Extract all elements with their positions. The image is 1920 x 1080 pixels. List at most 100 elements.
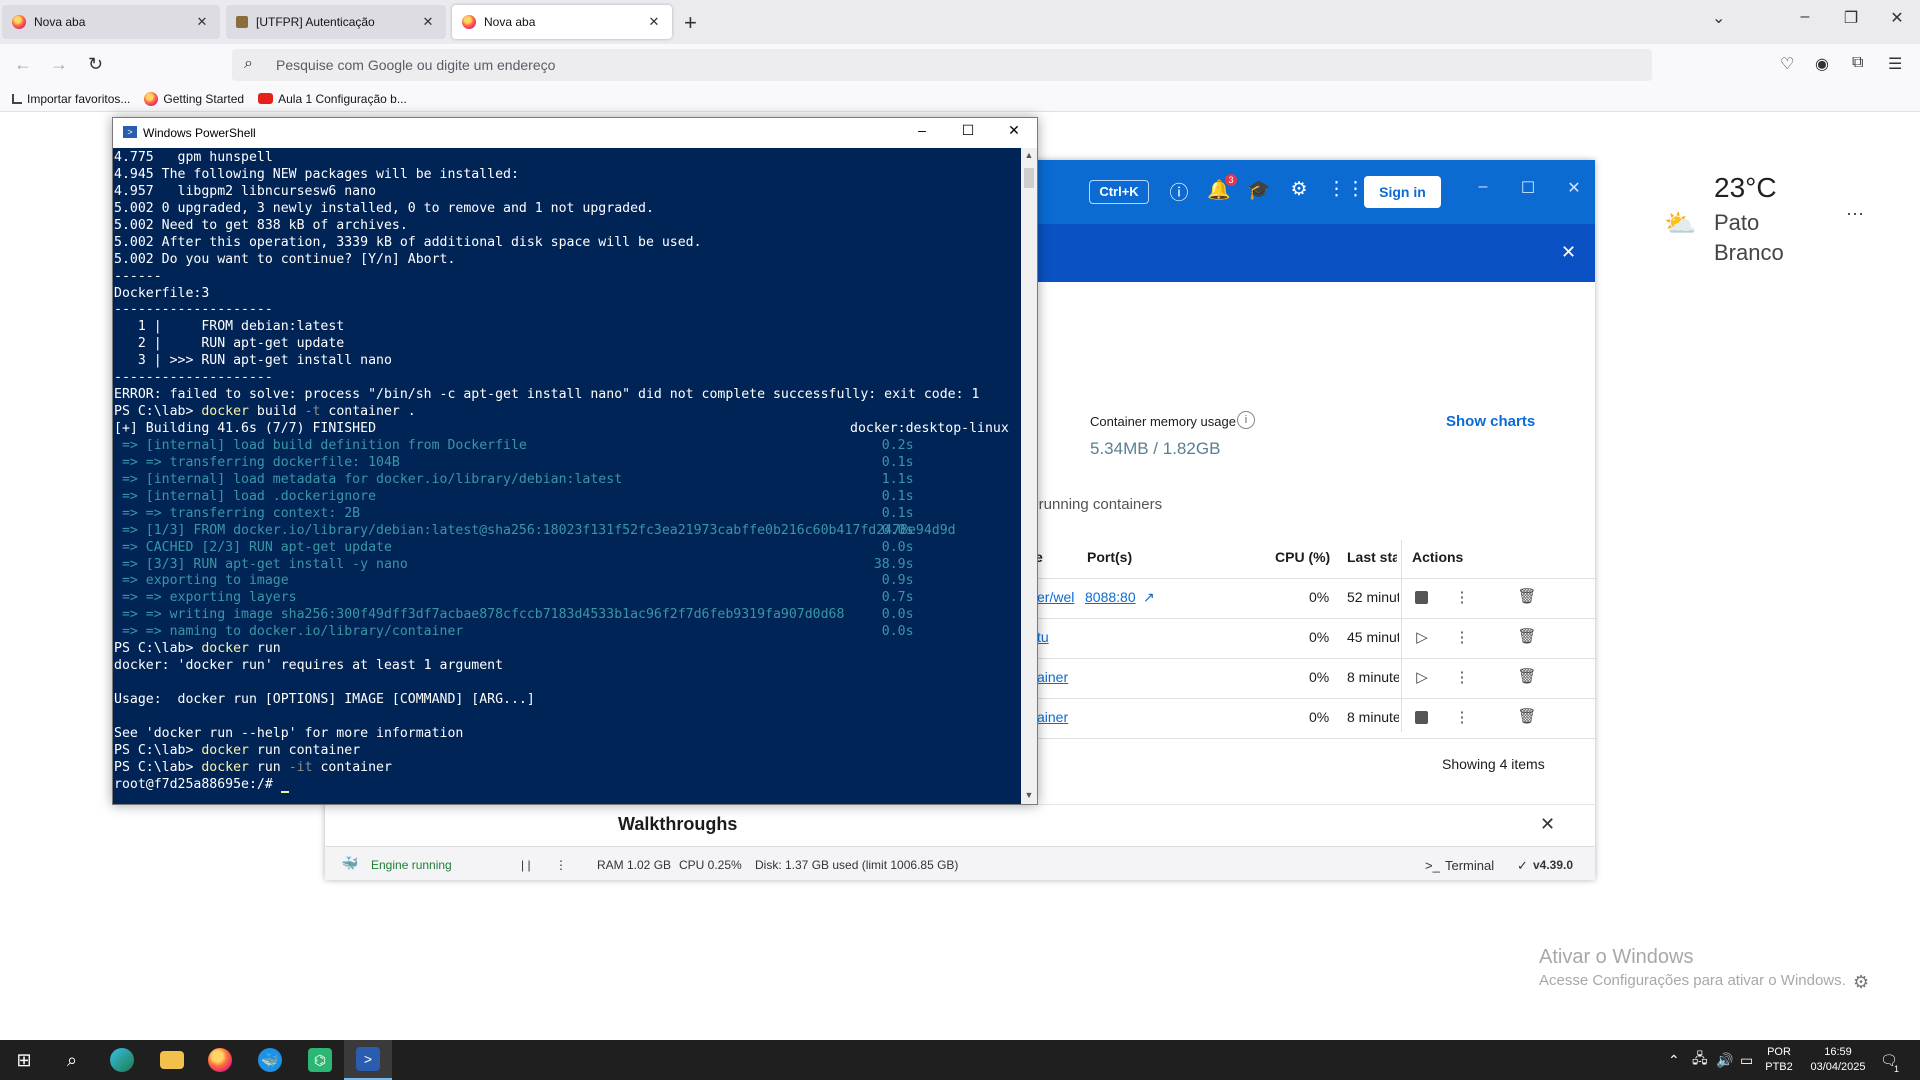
- help-icon[interactable]: ⓘ: [1167, 178, 1191, 205]
- running-containers-toggle[interactable]: v running containers: [1027, 496, 1162, 513]
- scroll-up-icon[interactable]: ▲: [1021, 150, 1037, 160]
- column-header-last-started[interactable]: Last star: [1347, 549, 1397, 565]
- start-button[interactable]: ⊞: [0, 1040, 48, 1080]
- gear-icon[interactable]: ⚙: [1287, 178, 1311, 201]
- console-output[interactable]: 4.775 gpm hunspell 4.945 The following NE…: [113, 148, 1021, 804]
- taskbar-powershell[interactable]: >: [344, 1040, 392, 1080]
- keyboard-layout: PTB2: [1765, 1061, 1793, 1073]
- engine-status[interactable]: Engine running: [371, 858, 452, 872]
- more-vertical-icon[interactable]: ⋮: [1452, 628, 1472, 646]
- trash-icon[interactable]: 🗑: [1517, 627, 1537, 645]
- powershell-title-bar[interactable]: > Windows PowerShell – ☐ ✕: [113, 118, 1037, 148]
- pause-icon[interactable]: | |: [521, 858, 531, 872]
- browser-tab-1[interactable]: Nova aba ✕: [2, 5, 220, 39]
- grid-icon[interactable]: ⋮⋮: [1327, 178, 1365, 201]
- more-vertical-icon[interactable]: ⋮: [1452, 588, 1472, 606]
- taskbar-edge[interactable]: [98, 1040, 146, 1080]
- bookmark-getting-started[interactable]: Getting Started: [144, 91, 244, 106]
- close-icon[interactable]: ✕: [1562, 178, 1586, 198]
- reload-icon[interactable]: ↻: [88, 54, 103, 75]
- restore-icon[interactable]: ❐: [1828, 8, 1874, 28]
- url-input[interactable]: [276, 53, 1636, 77]
- search-button[interactable]: ⌕: [48, 1040, 96, 1080]
- more-vertical-icon[interactable]: ⋮: [1452, 668, 1472, 686]
- console-duration: 0.0s: [850, 607, 914, 623]
- clock[interactable]: 16:59 03/04/2025: [1800, 1045, 1876, 1075]
- volume-icon[interactable]: 🔊: [1716, 1040, 1733, 1080]
- scrollbar-thumb[interactable]: [1024, 168, 1034, 188]
- gear-icon[interactable]: ⚙: [1853, 972, 1869, 993]
- close-window-icon[interactable]: ✕: [1874, 8, 1920, 28]
- scroll-down-icon[interactable]: ▼: [1021, 790, 1037, 800]
- close-icon[interactable]: ✕: [991, 122, 1037, 144]
- port-link[interactable]: 8088:80: [1085, 589, 1136, 605]
- more-icon[interactable]: ⋯: [1846, 204, 1864, 225]
- firefox-icon: [144, 91, 159, 106]
- stop-icon[interactable]: [1415, 591, 1428, 604]
- minimize-icon[interactable]: –: [1782, 8, 1828, 26]
- chevron-down-icon[interactable]: ⌄: [1712, 8, 1725, 28]
- close-icon[interactable]: ✕: [420, 14, 436, 30]
- forward-arrow-icon[interactable]: →: [50, 54, 68, 75]
- search-shortcut[interactable]: Ctrl+K: [1089, 180, 1149, 204]
- trash-icon[interactable]: 🗑: [1517, 667, 1537, 685]
- trash-icon[interactable]: 🗑: [1517, 707, 1537, 725]
- cpu-value: 0%: [1309, 589, 1330, 605]
- taskbar-firefox[interactable]: [196, 1040, 244, 1080]
- console-text: 3 | >>> RUN apt-get install nano: [114, 353, 392, 369]
- close-icon[interactable]: ✕: [1561, 242, 1576, 263]
- info-icon[interactable]: i: [1237, 411, 1255, 429]
- console-text: PS C:\lab>: [114, 641, 202, 657]
- menu-icon[interactable]: ☰: [1888, 54, 1902, 74]
- url-bar[interactable]: ⌕: [232, 49, 1652, 81]
- chevron-up-icon[interactable]: ⌃: [1668, 1040, 1680, 1080]
- close-icon[interactable]: ✕: [1540, 814, 1555, 835]
- browser-tab-3[interactable]: Nova aba ✕: [452, 5, 672, 39]
- maximize-icon[interactable]: ☐: [1516, 178, 1540, 198]
- version-label: v4.39.0: [1533, 858, 1574, 872]
- stop-icon[interactable]: [1415, 711, 1428, 724]
- sign-in-button[interactable]: Sign in: [1364, 176, 1441, 208]
- firefox-icon: [12, 15, 26, 29]
- bookmark-import[interactable]: Importar favoritos...: [12, 92, 130, 106]
- edge-icon: [110, 1048, 134, 1072]
- pocket-icon[interactable]: ♡: [1780, 54, 1794, 74]
- taskbar-explorer[interactable]: [148, 1040, 196, 1080]
- close-icon[interactable]: ✕: [646, 14, 662, 30]
- extensions-icon[interactable]: ⧉: [1852, 54, 1863, 72]
- console-text: => [internal] load metadata for docker.i…: [114, 471, 623, 487]
- maximize-icon[interactable]: ☐: [945, 122, 991, 144]
- close-icon[interactable]: ✕: [194, 14, 210, 30]
- walkthroughs-panel: Walkthroughs ✕: [580, 804, 1595, 846]
- input-language[interactable]: POR PTB2: [1762, 1045, 1796, 1075]
- weather-widget[interactable]: ⛅ 23°C Pato Branco: [1660, 168, 1840, 268]
- taskbar-docker[interactable]: 🐳: [246, 1040, 294, 1080]
- bookmark-aula[interactable]: Aula 1 Configuração b...: [258, 92, 407, 106]
- column-header-ports[interactable]: Port(s): [1087, 549, 1132, 565]
- play-icon[interactable]: ▷: [1412, 628, 1432, 646]
- container-name-link[interactable]: ainer: [1037, 709, 1068, 725]
- column-header-cpu[interactable]: CPU (%): [1275, 549, 1330, 565]
- show-charts-link[interactable]: Show charts: [1446, 413, 1535, 430]
- more-vertical-icon[interactable]: ⋮: [1452, 708, 1472, 726]
- container-name-link[interactable]: er/wel: [1037, 589, 1074, 605]
- import-icon: [12, 93, 22, 104]
- learning-icon[interactable]: 🎓: [1247, 178, 1271, 202]
- network-icon[interactable]: 🖧: [1692, 1040, 1708, 1080]
- browser-tab-2[interactable]: [UTFPR] Autenticação ✕: [226, 5, 446, 39]
- container-name-link[interactable]: tu: [1037, 629, 1049, 645]
- display-icon[interactable]: ▭: [1740, 1040, 1753, 1080]
- taskbar-vscode[interactable]: ⌬: [296, 1040, 344, 1080]
- minimize-icon[interactable]: –: [899, 122, 945, 144]
- trash-icon[interactable]: 🗑: [1517, 587, 1537, 605]
- terminal-button[interactable]: Terminal: [1445, 858, 1494, 873]
- new-tab-button[interactable]: +: [684, 10, 697, 36]
- container-name-link[interactable]: ainer: [1037, 669, 1068, 685]
- play-icon[interactable]: ▷: [1412, 668, 1432, 686]
- account-icon[interactable]: ◉: [1815, 54, 1829, 74]
- window-title: Windows PowerShell: [143, 126, 256, 140]
- minimize-icon[interactable]: –: [1471, 178, 1495, 196]
- back-arrow-icon[interactable]: ←: [14, 54, 32, 75]
- scrollbar[interactable]: ▲ ▼: [1021, 148, 1037, 804]
- more-vertical-icon[interactable]: ⋮: [555, 858, 567, 872]
